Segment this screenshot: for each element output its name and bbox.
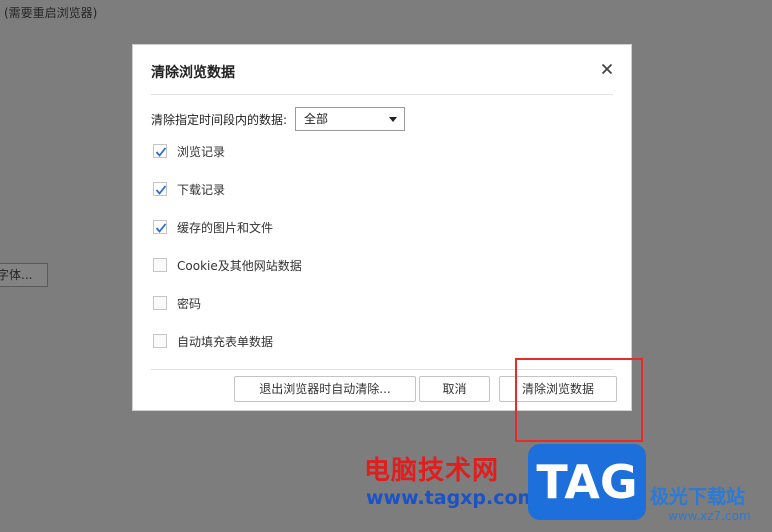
time-range-select[interactable]: 全部 [295,107,406,131]
highlight-annotation [515,358,643,442]
option-label: 自动填充表单数据 [177,334,274,349]
option-autofill[interactable]: 自动填充表单数据 [153,333,302,349]
cancel-button[interactable]: 取消 [419,376,490,402]
checkbox-cache[interactable] [153,220,167,234]
divider [151,94,613,95]
option-label: 缓存的图片和文件 [177,220,274,235]
option-label: 浏览记录 [177,144,226,159]
check-icon [155,147,167,157]
watermark-url: www.tagxp.com [366,487,538,509]
time-range-label: 清除指定时间段内的数据: [151,112,288,127]
watermark-logo: TAG [528,444,646,520]
option-passwords[interactable]: 密码 [153,295,302,311]
check-icon [155,185,167,195]
option-history[interactable]: 浏览记录 [153,143,302,159]
checkbox-autofill[interactable] [153,334,167,348]
check-icon [155,223,167,233]
dialog-title: 清除浏览数据 [151,65,235,81]
checkbox-passwords[interactable] [153,296,167,310]
option-downloads[interactable]: 下载记录 [153,181,302,197]
checkbox-downloads[interactable] [153,182,167,196]
watermark-site-name: 电脑技术网 [364,456,500,486]
chevron-down-icon [389,117,398,122]
font-button[interactable]: 字体... [0,263,48,287]
options-list: 浏览记录 下载记录 缓存的图片和文件 Cookie及其他网站数据 密码 自动填充… [153,143,302,371]
option-cookies[interactable]: Cookie及其他网站数据 [153,257,302,273]
close-icon[interactable] [599,61,615,77]
time-range-value: 全部 [304,112,329,126]
clear-data-dialog: 清除浏览数据 清除指定时间段内的数据: 全部 浏览记录 下载记录 缓存的图片和文… [132,44,632,411]
option-cache[interactable]: 缓存的图片和文件 [153,219,302,235]
checkbox-history[interactable] [153,144,167,158]
watermark-side-name: 极光下载站 [650,486,746,508]
watermark-side-url: www.xz7.com [668,509,751,523]
time-range-row: 清除指定时间段内的数据: 全部 [151,107,406,131]
option-label: 下载记录 [177,182,226,197]
option-label: 密码 [177,296,202,311]
auto-clear-button[interactable]: 退出浏览器时自动清除... [234,376,416,402]
option-label: Cookie及其他网站数据 [177,258,302,273]
checkbox-cookies[interactable] [153,258,167,272]
restart-note: (需要重启浏览器) [4,6,98,20]
